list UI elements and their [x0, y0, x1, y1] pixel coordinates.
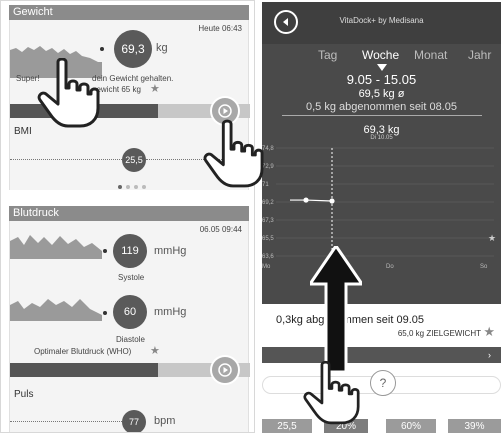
- weight-timestamp: Heute 06:43: [198, 24, 242, 33]
- bmi-label: BMI: [14, 126, 32, 137]
- play-icon: [218, 363, 232, 377]
- bottom-goal: 65,0 kg ZIELGEWICHT: [397, 329, 481, 338]
- systole-value-circle: 119: [113, 234, 147, 268]
- y-tick-label: 69,2: [262, 200, 274, 206]
- tab-jahr[interactable]: Jahr: [468, 48, 491, 62]
- weight-chart[interactable]: 74,8 72,9 71 69,2 67,3 65,5 63,6 Mo Mi Do So ★: [262, 144, 501, 276]
- x-tick-label: Mi: [329, 264, 335, 270]
- screenshot-stage: Gewicht Heute 06:43 69,3 kg Super! dein …: [0, 0, 501, 433]
- bp-star-icon: ★: [150, 345, 160, 357]
- goal-star-icon: ★: [483, 324, 495, 339]
- average-weight: 69,5 kg ø: [358, 88, 405, 100]
- bottom-lost: 0,3kg abgenommen seit 09.05: [276, 314, 424, 326]
- weight-unit: kg: [156, 42, 168, 54]
- bmi-track: [10, 159, 122, 160]
- bp-timestamp: 06.05 09:44: [199, 225, 242, 234]
- systole-marker: [103, 249, 107, 253]
- help-button[interactable]: ?: [370, 370, 396, 396]
- tab-woche[interactable]: Woche: [362, 48, 399, 62]
- play-icon: [218, 104, 232, 118]
- lower-panel: 0,3kg abgenommen seit 09.05 65,0 kg ZIEL…: [262, 304, 501, 433]
- data-point[interactable]: [303, 197, 309, 203]
- weight-card[interactable]: Heute 06:43 69,3 kg Super! dein Gewicht …: [9, 20, 250, 190]
- diastole-unit: mmHg: [154, 306, 187, 318]
- app-topbar: VitaDock+ by Medisana: [262, 2, 501, 44]
- weight-play-button[interactable]: [210, 96, 240, 126]
- goal-progress-bar: [262, 347, 501, 363]
- systole-sparkline: [10, 235, 102, 259]
- pulse-unit: bpm: [154, 415, 176, 427]
- bp-play-button[interactable]: [210, 355, 240, 385]
- bp-card[interactable]: 06.05 09:44 119 mmHg Systole 60 mmHg Dia…: [9, 221, 250, 432]
- pulse-label: Puls: [14, 389, 34, 400]
- weight-sparkline: [10, 46, 102, 78]
- diastole-sparkline: [10, 299, 102, 321]
- diastole-marker: [103, 311, 107, 315]
- active-tab-indicator-icon: [377, 64, 387, 71]
- period-tabs: Tag Woche Monat Jahr: [262, 48, 501, 64]
- goal-star-icon: ★: [488, 233, 496, 243]
- selected-date: Di 10.05: [370, 135, 393, 141]
- chevron-right-icon[interactable]: ›: [488, 350, 491, 360]
- weight-pager[interactable]: [118, 185, 146, 189]
- weight-marker: [100, 47, 104, 51]
- goal-star-icon: ★: [150, 83, 160, 95]
- y-tick-label: 72,9: [262, 164, 274, 170]
- pulse-track: [10, 421, 122, 422]
- weight-message-left: Super!: [16, 74, 40, 83]
- date-range: 9.05 - 15.05: [346, 72, 417, 87]
- divider: [282, 115, 482, 116]
- data-point[interactable]: [329, 198, 335, 204]
- segment-fat[interactable]: 20%: [324, 419, 368, 433]
- tab-monat[interactable]: Monat: [414, 48, 447, 62]
- bp-note: Optimaler Blutdruck (WHO): [34, 347, 132, 356]
- y-tick-label: 65,5: [262, 236, 274, 242]
- segment-bmi[interactable]: 25,5: [262, 419, 312, 433]
- weight-header[interactable]: Gewicht: [9, 5, 249, 20]
- right-phone: VitaDock+ by Medisana Tag Woche Monat Ja…: [262, 2, 501, 433]
- y-tick-label: 74,8: [262, 146, 274, 152]
- tab-tag[interactable]: Tag: [318, 48, 337, 62]
- y-tick-label: 71: [262, 182, 269, 188]
- pulse-value-circle: 77: [122, 410, 146, 432]
- bmi-track-right: [146, 159, 250, 160]
- segment-muscle[interactable]: 39%: [448, 419, 501, 433]
- weight-progress-fill: [10, 104, 158, 118]
- weight-message-right: dein Gewicht gehalten.: [92, 74, 174, 83]
- y-tick-label: 67,3: [262, 218, 274, 224]
- series-line: [290, 199, 333, 202]
- x-tick-label: So: [480, 264, 488, 270]
- left-phone: Gewicht Heute 06:43 69,3 kg Super! dein …: [0, 0, 255, 433]
- systole-label: Systole: [118, 273, 145, 282]
- segment-water[interactable]: 60%: [386, 419, 436, 433]
- lost-since: 0,5 kg abgenommen seit 08.05: [305, 101, 458, 113]
- bp-header[interactable]: Blutdruck: [9, 206, 249, 221]
- weight-value-circle: 69,3: [114, 30, 152, 68]
- systole-unit: mmHg: [154, 245, 187, 257]
- bp-progress-fill: [10, 363, 158, 377]
- y-tick-label: 63,6: [262, 254, 274, 260]
- bmi-value-circle: 25,5: [122, 148, 146, 172]
- app-title: VitaDock+ by Medisana: [339, 16, 424, 25]
- x-tick-label: Mo: [262, 264, 271, 270]
- x-tick-label: Do: [386, 264, 394, 270]
- diastole-label: Diastole: [116, 335, 145, 344]
- weight-goal: gewicht 65 kg: [92, 85, 141, 94]
- diastole-value-circle: 60: [113, 295, 147, 329]
